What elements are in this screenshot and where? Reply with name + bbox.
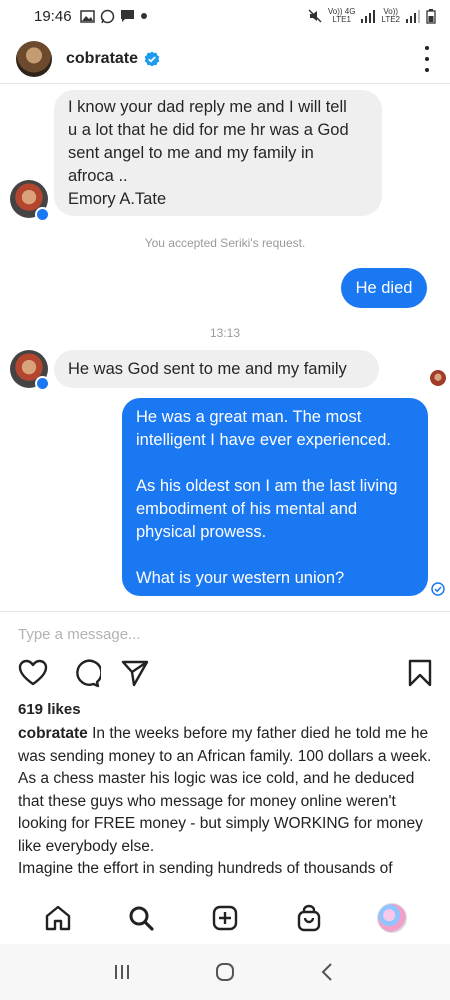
more-options-icon[interactable] [424, 46, 430, 72]
messenger-badge-icon [35, 207, 50, 222]
contact-avatar[interactable] [16, 40, 52, 77]
status-bar: 19:46 Vo)) 4G LTE1 Vo)) LTE2 [0, 0, 450, 32]
back-button-icon[interactable] [317, 961, 339, 983]
caption-username[interactable]: cobratate [18, 725, 88, 742]
shop-bag-icon [297, 904, 320, 932]
caption-paragraph: As a chess master his logic was ice cold… [18, 770, 423, 855]
message-line: afroca .. [68, 167, 128, 185]
nav-profile[interactable] [376, 902, 408, 934]
message-icon [120, 10, 134, 22]
profile-avatar [377, 903, 408, 933]
gallery-icon [79, 9, 95, 23]
post-actions [0, 658, 450, 692]
system-navigation-bar [0, 944, 450, 1000]
contact-username[interactable]: cobratate [66, 50, 138, 68]
message-line: As his oldest son I am the last living [136, 477, 398, 495]
sent-check-icon [431, 582, 445, 596]
message-line: u a lot that he did for me hr was a God [68, 121, 349, 139]
message-line: I know your dad reply me and I will tell [68, 98, 347, 116]
bottom-navigation [0, 892, 450, 944]
verified-badge-icon [144, 51, 160, 66]
status-time: 19:46 [34, 7, 72, 25]
message-line: Emory A.Tate [68, 190, 167, 208]
post-caption: cobratate In the weeks before my father … [18, 723, 438, 881]
home-icon [45, 905, 70, 931]
message-line [136, 544, 414, 567]
add-post-icon [212, 905, 238, 931]
status-right: Vo)) 4G LTE1 Vo)) LTE2 [308, 8, 436, 24]
nav-create[interactable] [209, 902, 241, 934]
like-heart-icon[interactable] [18, 658, 48, 688]
whatsapp-icon [100, 9, 114, 23]
message-line: He was a great man. The most [136, 408, 362, 426]
battery-icon [426, 8, 436, 24]
mute-icon [308, 9, 322, 23]
message-text: He was God sent to me and my family [68, 360, 347, 378]
signal-icon-1 [361, 9, 376, 23]
message-line: What is your western union? [136, 569, 345, 587]
outgoing-message-1: He died [341, 268, 427, 308]
incoming-message-1: I know your dad reply me and I will tell… [54, 90, 382, 216]
incoming-message-2: He was God sent to me and my family [54, 350, 379, 388]
caption-paragraph: Imagine the effort in sending hundreds o… [18, 860, 393, 877]
message-composer [0, 611, 450, 655]
sim2-sub: LTE2 [381, 15, 400, 24]
nav-home[interactable] [42, 902, 74, 934]
search-icon [129, 906, 154, 931]
share-send-icon[interactable] [120, 658, 150, 688]
message-line: sent angel to me and my family in [68, 144, 314, 162]
timestamp: 13:13 [209, 326, 241, 340]
request-accepted-note: You accepted Seriki's request. [144, 236, 306, 250]
seen-receipt-avatar [430, 370, 446, 386]
notification-icons [79, 9, 148, 24]
home-button-icon[interactable] [214, 961, 236, 983]
message-line [136, 452, 414, 475]
messenger-badge-icon [35, 376, 50, 391]
message-text: He died [355, 279, 413, 297]
sim1-indicator: Vo)) 4G LTE1 [328, 8, 356, 24]
message-input[interactable] [18, 622, 418, 646]
sim2-indicator: Vo)) LTE2 [381, 8, 400, 24]
comment-icon[interactable] [71, 658, 101, 688]
recent-apps-icon[interactable] [111, 961, 133, 983]
message-line: intelligent I have ever experienced. [136, 431, 391, 449]
nav-search[interactable] [125, 902, 157, 934]
nav-shop[interactable] [293, 902, 325, 934]
message-line: embodiment of his mental and [136, 500, 358, 518]
likes-count[interactable]: 619 likes [18, 701, 81, 718]
message-line: physical prowess. [136, 523, 267, 541]
dot-icon [140, 13, 147, 19]
sim1-sub: LTE1 [332, 15, 351, 24]
save-bookmark-icon[interactable] [405, 658, 435, 688]
signal-icon-2 [406, 9, 420, 23]
chat-header: cobratate [0, 34, 450, 84]
outgoing-message-2: He was a great man. The most intelligent… [122, 398, 428, 596]
